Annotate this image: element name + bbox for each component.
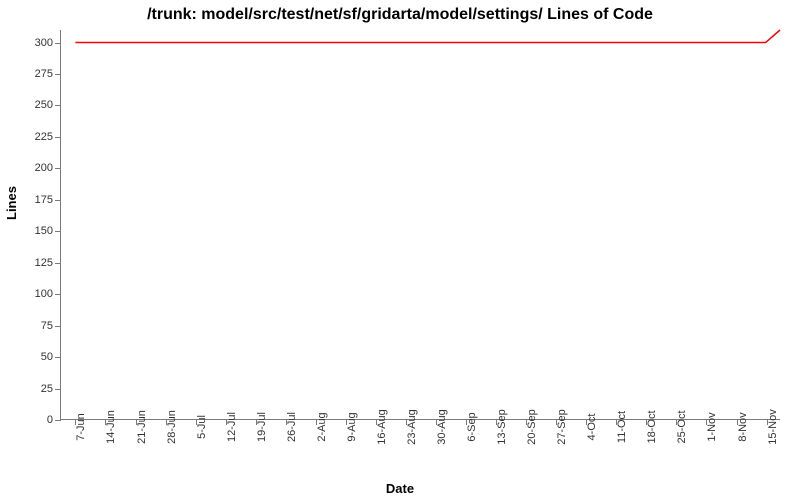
y-tick-label: 200 <box>35 162 53 174</box>
y-tick-label: 150 <box>35 225 53 237</box>
y-tick-label: 175 <box>35 194 53 206</box>
y-tick-label: 50 <box>41 351 53 363</box>
y-tick-label: 25 <box>41 383 53 395</box>
x-axis-label: Date <box>0 481 800 496</box>
series-line <box>61 30 780 419</box>
y-tick-label: 125 <box>35 257 53 269</box>
chart-title: /trunk: model/src/test/net/sf/gridarta/m… <box>0 6 800 24</box>
y-tick-label: 250 <box>35 99 53 111</box>
y-tick-label: 100 <box>35 288 53 300</box>
y-tick-label: 300 <box>35 37 53 49</box>
y-tick-label: 75 <box>41 320 53 332</box>
y-axis-label: Lines <box>4 186 19 220</box>
y-tick-label: 0 <box>47 414 53 426</box>
y-tick-label: 275 <box>35 68 53 80</box>
y-tick <box>55 420 61 421</box>
plot-area: 02550751001251501752002252502753007-Jun1… <box>60 30 780 420</box>
y-tick-label: 225 <box>35 131 53 143</box>
